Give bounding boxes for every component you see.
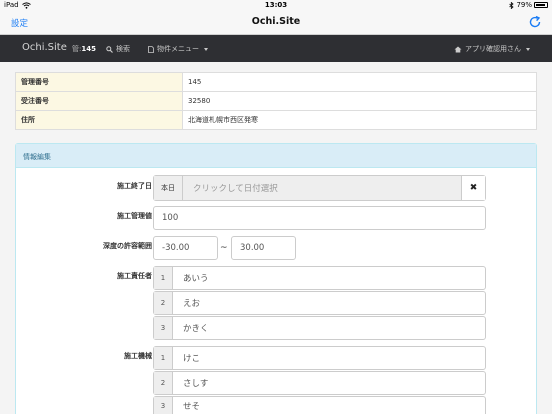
nav-title: Ochi.Site [251, 16, 301, 27]
end-date-input[interactable]: クリックして日付選択 [183, 176, 461, 200]
manager-value-label: 施工管理値 [117, 212, 152, 220]
row-number: 1 [154, 267, 173, 289]
depth-min-input[interactable]: -30.00 [153, 236, 218, 260]
end-date-group: 本日 クリックして日付選択 ✖ [153, 175, 486, 201]
list-item: 3 せそ [153, 396, 486, 414]
kan-label: 管: [72, 45, 82, 53]
status-time: 13:03 [264, 1, 288, 9]
list-item: 3 かきく [153, 316, 486, 340]
responsible-input[interactable]: かきく [173, 317, 485, 339]
info-key: 管理番号 [15, 72, 183, 92]
settings-button[interactable]: 設定 [11, 17, 28, 29]
info-value: 32580 [182, 91, 537, 111]
list-item: 1 けこ [153, 346, 486, 370]
property-menu-dropdown[interactable]: 物件メニュー [148, 44, 208, 54]
manager-value-input[interactable]: 100 [153, 206, 486, 230]
row-number: 3 [154, 397, 173, 414]
bluetooth-icon [509, 1, 515, 9]
depth-range-label: 深度の許容範囲 [103, 242, 152, 250]
range-separator: ~ [220, 243, 228, 253]
info-value: 145 [182, 72, 537, 92]
battery-percent: 79% [516, 1, 532, 9]
table-row: 住所 北海道札幌市西区発寒 [15, 110, 537, 130]
info-value: 北海道札幌市西区発寒 [182, 110, 537, 130]
machine-input[interactable]: けこ [173, 347, 485, 369]
property-menu-label: 物件メニュー [157, 45, 199, 53]
row-number: 3 [154, 317, 173, 339]
search-link[interactable]: 検索 [106, 44, 130, 54]
kan-value: 145 [81, 45, 96, 53]
today-button[interactable]: 本日 [154, 176, 183, 200]
battery-icon [534, 2, 548, 8]
responsible-input[interactable]: あいう [173, 267, 485, 289]
panel-title: 情報編集 [16, 144, 536, 168]
status-right: 79% [509, 1, 548, 9]
chevron-down-icon [526, 47, 530, 51]
depth-max-input[interactable]: 30.00 [231, 236, 296, 260]
info-table: 管理番号 145 受注番号 32580 住所 北海道札幌市西区発寒 [15, 72, 537, 130]
refresh-icon[interactable] [528, 15, 542, 29]
close-icon: ✖ [469, 183, 478, 193]
row-number: 2 [154, 292, 173, 314]
list-item: 2 さしす [153, 371, 486, 395]
info-key: 住所 [15, 110, 183, 130]
responsible-label: 施工責任者 [117, 272, 152, 280]
row-number: 1 [154, 347, 173, 369]
table-row: 受注番号 32580 [15, 91, 537, 111]
end-date-label: 施工終了日 [117, 182, 152, 190]
site-header: Ochi.Site 管:145 検索 物件メニュー アプリ確認用さん [0, 35, 552, 62]
machine-input[interactable]: さしす [173, 372, 485, 394]
brand-logo[interactable]: Ochi.Site [22, 42, 67, 53]
home-icon [454, 46, 462, 52]
clear-date-button[interactable]: ✖ [461, 176, 485, 200]
machine-label: 施工機械 [124, 352, 152, 360]
list-item: 1 あいう [153, 266, 486, 290]
kan-number: 管:145 [72, 44, 96, 54]
search-label: 検索 [116, 45, 130, 53]
table-row: 管理番号 145 [15, 72, 537, 92]
responsible-input[interactable]: えお [173, 292, 485, 314]
search-icon [106, 45, 113, 53]
chevron-down-icon [204, 47, 208, 51]
status-bar: iPad 13:03 79% [0, 0, 552, 11]
machine-input[interactable]: せそ [173, 397, 485, 414]
user-menu-dropdown[interactable]: アプリ確認用さん [454, 44, 530, 54]
info-key: 受注番号 [15, 91, 183, 111]
document-icon [148, 45, 154, 53]
list-item: 2 えお [153, 291, 486, 315]
app-nav-bar: 設定 Ochi.Site [0, 11, 552, 35]
row-number: 2 [154, 372, 173, 394]
user-name: アプリ確認用さん [465, 45, 521, 53]
